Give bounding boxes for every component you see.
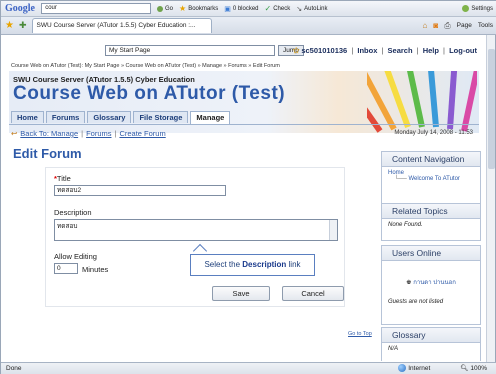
spellcheck-button[interactable]: ✓ Check [265,4,291,13]
glossary-box: Glossary N/A [381,327,481,361]
browser-tabbar: ★ ✚ SWU Course Server (ATutor 1.5.5) Cyb… [1,17,496,35]
description-value: ทดสอบ [57,223,78,230]
breadcrumb[interactable]: Course Web on ATutor (Test): My Start Pa… [11,63,280,69]
create-forum-link[interactable]: Create Forum [119,129,165,138]
command-bar: ⌂ ◙ ⎙ Page Tools [423,21,493,31]
tab-forums[interactable]: Forums [45,111,86,123]
scrollbar-thumb[interactable] [488,49,495,169]
user-links: ✩ sc501010136 | Inbox | Search | Help | … [292,46,477,55]
browser-tab-active[interactable]: SWU Course Server (ATutor 1.5.5) Cyber E… [31,18,212,33]
cancel-button[interactable]: Cancel [282,286,344,301]
glossary-body: N/A [388,346,399,352]
back-to-manage-link[interactable]: Back To: Manage [20,129,78,138]
edit-forum-form: *Title ทดสอบ2 Description ทดสอบ Allow Ed… [45,167,345,307]
back-arrow-icon: ↩ [11,129,18,138]
user-online-icon: ♚ [406,280,412,286]
zoom-icon: 🔍︎ [460,365,469,372]
nav-divider [9,124,479,125]
content-navigation-box: Content Navigation Home └── Welcome To A… [381,151,481,205]
zone-indicator[interactable]: Internet [398,363,430,374]
go-label: Go [165,5,174,12]
allow-editing-input[interactable]: 0 [54,263,78,274]
username[interactable]: sc501010136 [301,46,347,55]
sub-navigation: ↩ Back To: Manage | Forums | Create Foru… [11,129,166,138]
logout-link[interactable]: Log-out [449,46,477,55]
page-menu[interactable]: Page [457,22,472,29]
jump-select[interactable]: My Start Page [105,45,275,56]
add-favorites-icon[interactable]: ✚ [19,20,27,31]
course-title[interactable]: Course Web on ATutor (Test) [13,83,285,105]
instruction-tooltip: Select the Description link [190,254,315,276]
autolink-label: AutoLink [304,5,328,12]
check-icon: ✓ [264,4,272,13]
title-input[interactable]: ทดสอบ2 [54,185,226,196]
related-topics-box: Related Topics None Found. [381,203,481,241]
status-text: Done [6,365,22,372]
favorites-star-icon[interactable]: ★ [5,20,14,31]
tab-home[interactable]: Home [11,111,44,123]
google-logo[interactable]: Google [5,3,35,14]
content-navigation-title[interactable]: Content Navigation [382,152,480,167]
tab-file-storage[interactable]: File Storage [133,111,189,123]
online-user[interactable]: กานดา ปานนอก [413,280,456,286]
related-topics-empty: None Found. [388,222,423,228]
settings-button[interactable]: Settings [462,5,493,12]
bookmarks-button[interactable]: ★ Bookmarks [179,4,218,13]
minutes-label: Minutes [82,265,109,274]
star-icon: ★ [179,4,187,13]
status-bar: Done Internet 🔍︎ 100% [1,362,496,374]
search-link[interactable]: Search [388,46,413,55]
course-nav-tabs: Home Forums Glossary File Storage Manage [11,111,231,124]
google-search-input[interactable]: cour [41,3,151,14]
internet-globe-icon [398,364,407,373]
bookmarks-label: Bookmarks [188,5,219,12]
allow-editing-label: Allow Editing [54,252,97,261]
popup-blocker-button[interactable]: ▣ 0 blocked [224,5,258,13]
welcome-link[interactable]: Welcome To ATutor [408,176,459,182]
tab-title: SWU Course Server (ATutor 1.5.5) Cyber E… [36,22,196,29]
go-to-top-link[interactable]: Go to Top [348,331,372,337]
home-icon[interactable]: ⌂ [423,21,428,30]
tree-branch-icon: └── [394,176,407,182]
tools-menu[interactable]: Tools [478,22,493,29]
jump-bar: My Start Page Jump [105,45,304,56]
autolink-button[interactable]: ↘ AutoLink [296,5,327,13]
settings-label: Settings [471,5,493,12]
zoom-control[interactable]: 🔍︎ 100% [460,363,487,374]
check-label: Check [273,5,291,12]
users-online-box: Users Online ♚ กานดา ปานนอก Guests are n… [381,245,481,325]
google-toolbar: Google cour Go ★ Bookmarks ▣ 0 blocked ✓… [1,1,496,17]
tab-glossary[interactable]: Glossary [87,111,132,123]
feeds-icon[interactable]: ◙ [433,21,438,30]
description-label: Description [54,208,92,217]
help-link[interactable]: Help [423,46,439,55]
glossary-title[interactable]: Glossary [382,328,480,343]
web-page: My Start Page Jump ✩ sc501010136 | Inbox… [5,37,487,361]
title-label: *Title [54,174,71,183]
description-scrollbar[interactable] [329,220,337,240]
tab-manage[interactable]: Manage [190,111,231,124]
browser-window: Google cour Go ★ Bookmarks ▣ 0 blocked ✓… [0,0,496,374]
save-button[interactable]: Save [212,286,270,301]
go-icon [157,5,163,12]
google-go-button[interactable]: Go [157,5,174,12]
guests-note: Guests are not listed [388,299,444,305]
current-date: Monday July 14, 2008 - 11:53 [394,130,473,136]
print-icon[interactable]: ⎙ [444,21,450,31]
page-title: Edit Forum [13,146,82,161]
autolink-icon: ↘ [296,5,303,13]
description-textarea[interactable]: ทดสอบ [54,219,338,241]
settings-icon [462,5,470,12]
users-online-title[interactable]: Users Online [382,246,480,261]
related-topics-title[interactable]: Related Topics [382,204,480,219]
forums-link[interactable]: Forums [86,129,111,138]
blocked-label: 0 blocked [232,5,259,12]
blocked-icon: ▣ [224,5,231,13]
inbox-link[interactable]: Inbox [357,46,377,55]
page-scrollbar[interactable] [486,35,495,362]
user-star-icon: ✩ [292,46,300,55]
